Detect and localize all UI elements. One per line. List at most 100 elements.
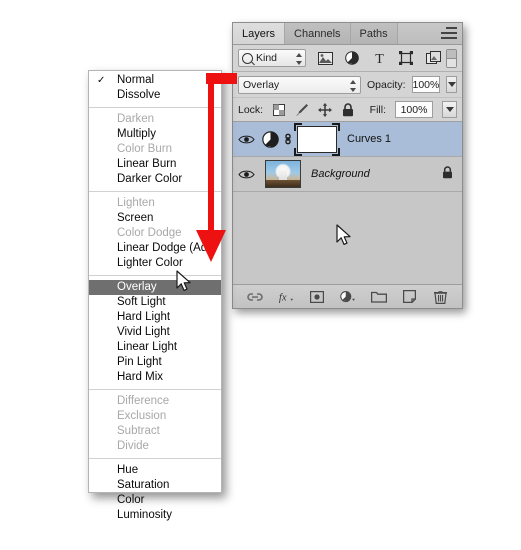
menu-separator	[89, 389, 221, 390]
menu-item-lighter-color[interactable]: Lighter Color	[89, 256, 221, 271]
menu-group: ✓ Normal Dissolve	[89, 71, 221, 105]
table-row[interactable]: Curves 1	[233, 122, 462, 157]
menu-item-dissolve[interactable]: Dissolve	[89, 88, 221, 103]
menu-item-pin-light[interactable]: Pin Light	[89, 355, 221, 370]
menu-item-screen[interactable]: Screen	[89, 211, 221, 226]
menu-separator	[89, 458, 221, 459]
fill-input[interactable]: 100%	[395, 101, 433, 118]
new-adjustment-layer-icon[interactable]	[339, 289, 356, 305]
blend-mode-select[interactable]: Overlay	[238, 75, 361, 94]
menu-item-label: Divide	[117, 440, 149, 452]
menu-group: Hue Saturation Color Luminosity	[89, 461, 221, 525]
lock-all-icon[interactable]	[341, 102, 355, 117]
menu-group: Darken Multiply Color Burn Linear Burn Darke…	[89, 110, 221, 189]
menu-item-label: Screen	[117, 212, 154, 224]
type-layer-filter-icon[interactable]: T	[371, 50, 387, 66]
opacity-input[interactable]: 100%	[411, 76, 441, 93]
menu-item-multiply[interactable]: Multiply	[89, 127, 221, 142]
menu-item-label: Overlay	[117, 281, 157, 293]
lock-image-pixels-icon[interactable]	[295, 103, 309, 117]
menu-item-hard-light[interactable]: Hard Light	[89, 310, 221, 325]
adjustment-layer-thumbnail[interactable]	[259, 130, 281, 148]
layer-visibility-icon[interactable]	[233, 134, 259, 145]
menu-item-divide: Divide	[89, 439, 221, 454]
menu-item-label: Luminosity	[117, 509, 172, 521]
menu-item-label: Darker Color	[117, 173, 183, 185]
table-row[interactable]: Background	[233, 157, 462, 192]
new-layer-icon[interactable]	[402, 289, 418, 305]
filter-kind-select[interactable]: Kind	[238, 49, 307, 67]
menu-item-linear-burn[interactable]: Linear Burn	[89, 157, 221, 172]
menu-item-overlay[interactable]: Overlay	[89, 280, 221, 295]
menu-item-luminosity[interactable]: Luminosity	[89, 508, 221, 523]
menu-item-color[interactable]: Color	[89, 493, 221, 508]
lock-transparency-icon[interactable]	[272, 103, 286, 117]
menu-item-label: Multiply	[117, 128, 156, 140]
lock-position-icon[interactable]	[318, 102, 333, 117]
menu-item-label: Saturation	[117, 479, 170, 491]
menu-item-label: Lighten	[117, 197, 155, 209]
panel-tab-bar: Layers Channels Paths	[233, 23, 462, 45]
layer-name: Curves 1	[347, 133, 392, 145]
menu-item-label: Subtract	[117, 425, 160, 437]
menu-item-exclusion: Exclusion	[89, 409, 221, 424]
menu-item-darken: Darken	[89, 112, 221, 127]
blend-mode-value: Overlay	[243, 78, 280, 91]
shape-layer-filter-icon[interactable]	[398, 50, 414, 66]
fill-value: 100%	[400, 103, 428, 116]
svg-text:T: T	[375, 52, 384, 65]
filter-enable-toggle[interactable]	[446, 48, 457, 68]
blend-mode-stepper[interactable]	[350, 79, 357, 92]
menu-item-label: Color Burn	[117, 143, 172, 155]
magnifier-icon	[242, 52, 253, 64]
tab-layers-label: Layers	[242, 27, 276, 40]
new-group-icon[interactable]	[370, 289, 387, 305]
menu-item-normal[interactable]: ✓ Normal	[89, 73, 221, 88]
layer-thumbnail[interactable]	[265, 160, 301, 188]
delete-layer-icon[interactable]	[433, 289, 449, 305]
blend-mode-menu[interactable]: ✓ Normal Dissolve Darken Multiply Color Burn L…	[88, 70, 222, 521]
menu-item-label: Normal	[117, 74, 155, 86]
blend-opacity-row: Overlay Opacity: 100%	[233, 72, 462, 98]
menu-item-soft-light[interactable]: Soft Light	[89, 295, 221, 310]
tab-paths-label: Paths	[359, 27, 388, 40]
add-layer-mask-icon[interactable]	[309, 289, 325, 305]
tab-channels[interactable]: Channels	[285, 23, 351, 44]
menu-item-hue[interactable]: Hue	[89, 463, 221, 478]
layer-visibility-icon[interactable]	[233, 169, 259, 180]
pixel-layer-filter-icon[interactable]	[317, 50, 333, 66]
menu-item-difference: Difference	[89, 394, 221, 409]
svg-text:fx: fx	[278, 292, 286, 303]
menu-item-color-dodge: Color Dodge	[89, 226, 221, 241]
menu-item-label: Exclusion	[117, 410, 167, 422]
layer-mask-thumbnail[interactable]	[294, 122, 340, 156]
layer-style-fx-icon[interactable]: fx	[278, 289, 294, 305]
menu-item-linear-light[interactable]: Linear Light	[89, 340, 221, 355]
screenshot-stage: ✓ Normal Dissolve Darken Multiply Color Burn L…	[0, 0, 521, 550]
tab-layers[interactable]: Layers	[233, 23, 286, 44]
layer-name: Background	[311, 168, 370, 180]
link-layers-icon[interactable]	[246, 289, 263, 305]
menu-item-label: Dissolve	[117, 89, 161, 101]
layers-empty-area[interactable]	[233, 192, 462, 286]
opacity-slider-button[interactable]	[446, 76, 457, 93]
menu-group: Lighten Screen Color Dodge Linear Dodge (Ad…	[89, 194, 221, 273]
layer-locked-icon	[442, 166, 453, 182]
menu-item-linear-dodge-add[interactable]: Linear Dodge (Add)	[89, 241, 221, 256]
panel-menu-icon[interactable]	[441, 27, 457, 39]
menu-item-saturation[interactable]: Saturation	[89, 478, 221, 493]
fill-label: Fill:	[369, 103, 386, 116]
menu-separator	[89, 107, 221, 108]
menu-item-hard-mix[interactable]: Hard Mix	[89, 370, 221, 385]
menu-item-label: Lighter Color	[117, 257, 183, 269]
adjustment-layer-filter-icon[interactable]	[344, 50, 360, 66]
mask-link-icon[interactable]	[281, 132, 295, 146]
menu-item-vivid-light[interactable]: Vivid Light	[89, 325, 221, 340]
filter-kind-stepper[interactable]	[295, 53, 302, 65]
fill-slider-button[interactable]	[442, 101, 457, 118]
menu-group: Overlay Soft Light Hard Light Vivid Light Li…	[89, 278, 221, 387]
lock-label: Lock:	[238, 103, 264, 116]
smart-object-filter-icon[interactable]	[425, 50, 441, 66]
menu-item-darker-color[interactable]: Darker Color	[89, 172, 221, 187]
tab-paths[interactable]: Paths	[350, 23, 398, 44]
